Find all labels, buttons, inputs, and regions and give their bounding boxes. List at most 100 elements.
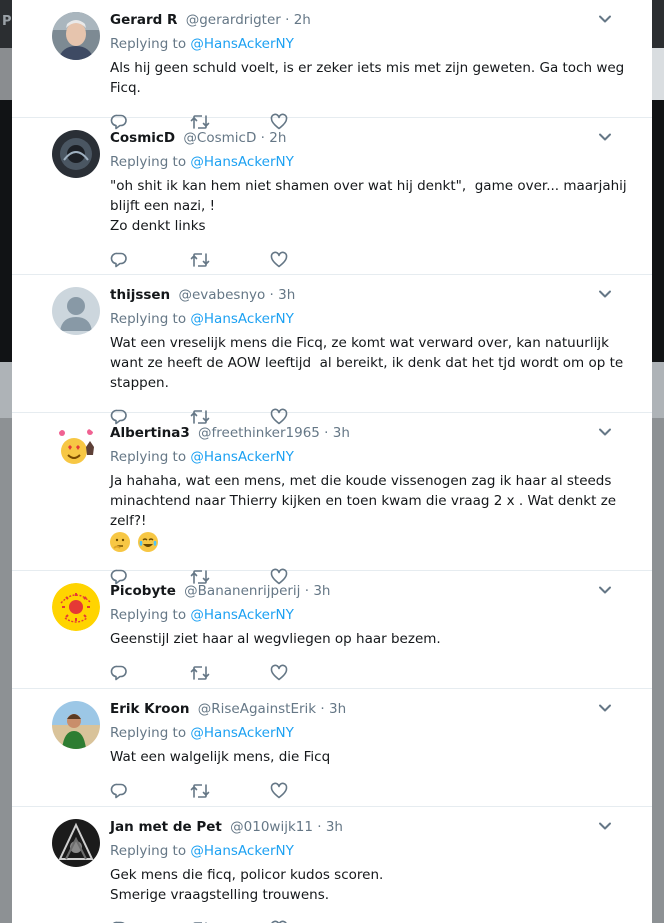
user-handle[interactable]: @CosmicD [183,130,256,146]
replying-to: Replying to @HansAckerNY [110,34,638,54]
replying-to-label: Replying to [110,725,191,741]
like-button[interactable] [270,773,350,809]
mention-link[interactable]: @HansAckerNY [190,154,293,170]
replying-to: Replying to @HansAckerNY [110,841,638,861]
tweet-actions [110,773,638,809]
thinking-face-icon [110,532,130,552]
like-button[interactable] [270,655,350,691]
heart-icon [270,782,288,799]
display-name[interactable]: Jan met de Pet [110,819,222,835]
mention-link[interactable]: @HansAckerNY [190,725,293,741]
display-name[interactable]: Picobyte [110,583,176,599]
reply-tweet[interactable]: CosmicD @CosmicD · 2h Replying to @HansA… [12,118,652,275]
reply-tweet[interactable]: Albertina3 @freethinker1965 · 3h Replyin… [12,413,652,585]
replying-to: Replying to @HansAckerNY [110,152,638,172]
avatar[interactable] [52,819,100,867]
timestamp[interactable]: · 3h [324,425,350,441]
replies-modal: Gerard R @gerardrigter · 2h Replying to … [12,0,652,923]
timestamp[interactable]: · 3h [317,819,343,835]
tweet-header: CosmicD @CosmicD · 2h [110,128,638,148]
reply-tweet[interactable]: Picobyte @Bananenrijperij · 3h Replying … [12,571,652,689]
reply-tweet[interactable]: thijssen @evabesnyo · 3h Replying to @Ha… [12,275,652,425]
tweet-text: Wat een vreselijk mens die Ficq, ze komt… [110,335,628,391]
reply-icon [110,783,127,799]
reply-button[interactable] [110,911,190,923]
display-name[interactable]: CosmicD [110,130,175,146]
display-name[interactable]: Erik Kroon [110,701,189,717]
retweet-button[interactable] [190,655,270,691]
emoji-row [110,531,638,553]
user-handle[interactable]: @Bananenrijperij [184,583,300,599]
avatar[interactable] [52,701,100,749]
avatar[interactable] [52,425,100,473]
heart-icon [270,251,288,268]
chevron-down-icon[interactable] [598,287,612,301]
reply-tweet[interactable]: Erik Kroon @RiseAgainstErik · 3h Replyin… [12,689,652,807]
chevron-down-icon[interactable] [598,819,612,833]
replying-to-label: Replying to [110,154,191,170]
mention-link[interactable]: @HansAckerNY [190,607,293,623]
user-handle[interactable]: @RiseAgainstErik [198,701,316,717]
reply-icon [110,665,127,681]
reply-button[interactable] [110,242,190,278]
heart-icon [270,664,288,681]
mention-link[interactable]: @HansAckerNY [190,449,293,465]
reply-tweet[interactable]: Gerard R @gerardrigter · 2h Replying to … [12,0,652,130]
tweet-header: thijssen @evabesnyo · 3h [110,285,638,305]
replying-to: Replying to @HansAckerNY [110,309,638,329]
replying-to: Replying to @HansAckerNY [110,605,638,625]
user-handle[interactable]: @evabesnyo [178,287,265,303]
display-name[interactable]: Gerard R [110,12,177,28]
chevron-down-icon[interactable] [598,701,612,715]
reply-icon [110,252,127,268]
tweet-actions [110,911,638,923]
reply-button[interactable] [110,655,190,691]
retweet-button[interactable] [190,242,270,278]
display-name[interactable]: thijssen [110,287,170,303]
tweet-header: Gerard R @gerardrigter · 2h [110,10,638,30]
replying-to-label: Replying to [110,449,191,465]
reply-button[interactable] [110,773,190,809]
timestamp[interactable]: · 3h [305,583,331,599]
background-top-text: P [2,14,12,29]
retweet-button[interactable] [190,911,270,923]
timestamp[interactable]: · 2h [285,12,311,28]
mention-link[interactable]: @HansAckerNY [190,311,293,327]
timestamp[interactable]: · 3h [320,701,346,717]
tweet-header: Picobyte @Bananenrijperij · 3h [110,581,638,601]
avatar[interactable] [52,12,100,60]
tweet-text: Wat een walgelijk mens, die Ficq [110,749,331,765]
like-button[interactable] [270,242,350,278]
user-handle[interactable]: @freethinker1965 [198,425,320,441]
tears-of-joy-face-icon [137,532,158,552]
replying-to-label: Replying to [110,36,191,52]
user-handle[interactable]: @010wijk11 [230,819,313,835]
retweet-icon [190,666,210,680]
chevron-down-icon[interactable] [598,425,612,439]
avatar[interactable] [52,130,100,178]
tweet-text: "oh shit ik kan hem niet shamen over wat… [110,178,627,234]
background-card-edge [652,48,664,100]
tweet-text: Geenstijl ziet haar al wegvliegen op haa… [110,631,441,647]
tweet-text: Gek mens die ficq, policor kudos scoren.… [110,867,384,903]
avatar[interactable] [52,583,100,631]
chevron-down-icon[interactable] [598,130,612,144]
tweet-actions [110,655,638,691]
like-button[interactable] [270,911,350,923]
mention-link[interactable]: @HansAckerNY [190,843,293,859]
tweet-header: Erik Kroon @RiseAgainstErik · 3h [110,699,638,719]
reply-tweet[interactable]: Jan met de Pet @010wijk11 · 3h Replying … [12,807,652,923]
chevron-down-icon[interactable] [598,583,612,597]
timestamp[interactable]: · 3h [270,287,296,303]
display-name[interactable]: Albertina3 [110,425,190,441]
chevron-down-icon[interactable] [598,12,612,26]
user-handle[interactable]: @gerardrigter [186,12,281,28]
mention-link[interactable]: @HansAckerNY [190,36,293,52]
timestamp[interactable]: · 2h [261,130,287,146]
retweet-icon [190,784,210,798]
retweet-button[interactable] [190,773,270,809]
tweet-header: Albertina3 @freethinker1965 · 3h [110,423,638,443]
tweet-text: Ja hahaha, wat een mens, met die koude v… [110,473,621,529]
tweet-header: Jan met de Pet @010wijk11 · 3h [110,817,638,837]
avatar[interactable] [52,287,100,335]
